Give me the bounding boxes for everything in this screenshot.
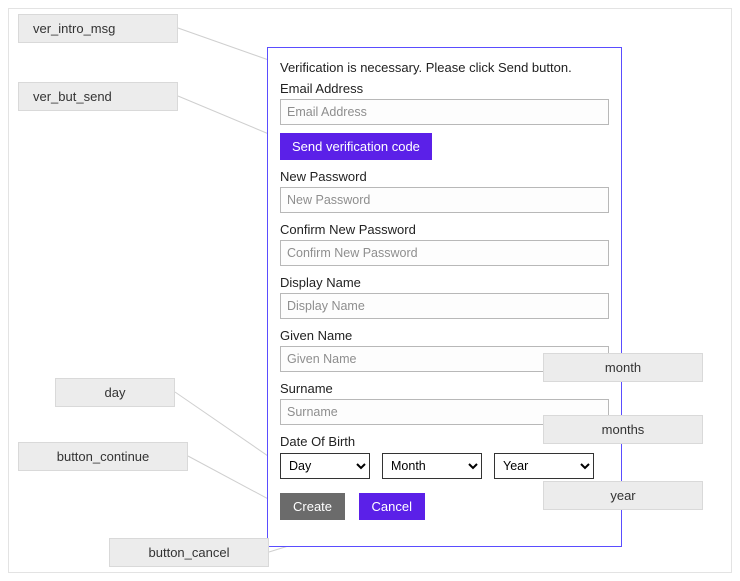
tag-day: day	[55, 378, 175, 407]
new-password-input[interactable]	[280, 187, 609, 213]
confirm-password-input[interactable]	[280, 240, 609, 266]
dob-row: Day Month Year	[280, 453, 609, 479]
tag-button-cancel: button_cancel	[109, 538, 269, 567]
tag-ver-intro-msg: ver_intro_msg	[18, 14, 178, 43]
signup-panel: Verification is necessary. Please click …	[267, 47, 622, 547]
new-password-label: New Password	[280, 169, 609, 184]
email-label: Email Address	[280, 81, 609, 96]
dob-month-select[interactable]: Month	[382, 453, 482, 479]
verification-intro-message: Verification is necessary. Please click …	[280, 60, 609, 75]
display-name-input[interactable]	[280, 293, 609, 319]
dob-year-select[interactable]: Year	[494, 453, 594, 479]
given-name-label: Given Name	[280, 328, 609, 343]
confirm-password-label: Confirm New Password	[280, 222, 609, 237]
tag-months: months	[543, 415, 703, 444]
dob-day-select[interactable]: Day	[280, 453, 370, 479]
surname-label: Surname	[280, 381, 609, 396]
tag-year: year	[543, 481, 703, 510]
create-button[interactable]: Create	[280, 493, 345, 520]
tag-ver-but-send: ver_but_send	[18, 82, 178, 111]
tag-month: month	[543, 353, 703, 382]
email-input[interactable]	[280, 99, 609, 125]
send-verification-button[interactable]: Send verification code	[280, 133, 432, 160]
display-name-label: Display Name	[280, 275, 609, 290]
cancel-button[interactable]: Cancel	[359, 493, 425, 520]
tag-button-continue: button_continue	[18, 442, 188, 471]
